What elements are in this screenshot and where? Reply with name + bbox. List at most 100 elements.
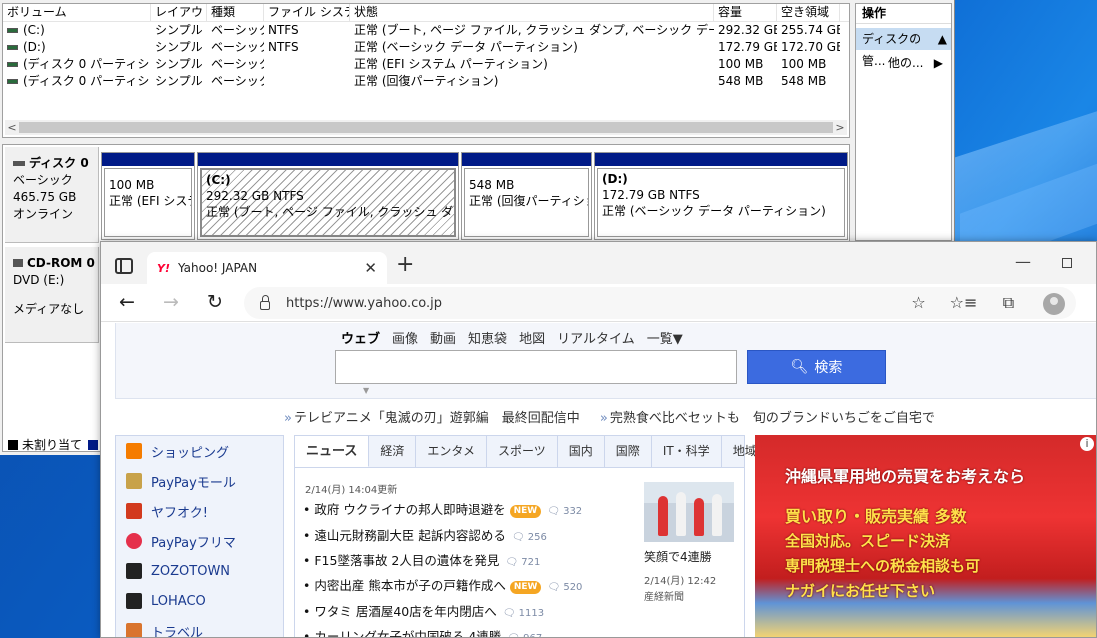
volume-type: ベーシック	[211, 23, 264, 37]
news-item[interactable]: • カーリング女子が中国破る 4連勝🗨 967	[303, 626, 542, 637]
search-tab-map[interactable]: 地図	[519, 328, 545, 347]
news-headline[interactable]: 政府 ウクライナの邦人即時退避を	[314, 502, 505, 517]
operations-pane: 操作 ディスクの管... ▲ 他の... ▶	[855, 3, 952, 241]
col-filesystem[interactable]: ファイル システム	[264, 4, 350, 21]
tab-actions-icon[interactable]	[115, 258, 133, 274]
volume-capacity: 100 MB	[718, 57, 764, 71]
comment-count: 🗨 721	[505, 557, 541, 568]
service-shopping[interactable]: ショッピング	[116, 436, 283, 466]
news-tab-international[interactable]: 国際	[605, 436, 652, 467]
news-tab-economy[interactable]: 経済	[369, 436, 417, 467]
service-yahuoku[interactable]: ヤフオク!	[116, 496, 283, 526]
volume-status: 正常 (回復パーティション)	[354, 74, 499, 88]
comment-count: 🗨 520	[547, 582, 583, 593]
col-layout[interactable]: レイアウト	[151, 4, 207, 21]
partition-size: 172.79 GB NTFS	[602, 188, 700, 202]
search-tab-web[interactable]: ウェブ	[341, 328, 380, 347]
maximize-icon[interactable]	[1062, 258, 1072, 268]
search-tab-images[interactable]: 画像	[392, 328, 418, 347]
news-headline[interactable]: ワタミ 居酒屋40店を年内閉店へ	[314, 604, 496, 619]
back-icon[interactable]: ←	[119, 291, 135, 313]
advertisement[interactable]: i 沖縄県軍用地の売買をお考えなら 買い取り・販売実績 多数 全国対応。スピード…	[755, 435, 1096, 637]
profile-avatar[interactable]	[1031, 289, 1076, 317]
col-volume[interactable]: ボリューム	[3, 4, 151, 21]
volume-row[interactable]: (ディスク 0 パーティション 4) シンプル ベーシック 正常 (回復パーティ…	[3, 73, 849, 90]
disk-icon	[13, 161, 25, 166]
operations-selected-label: ディスクの管...	[862, 32, 922, 68]
minimize-icon[interactable]: —	[1015, 252, 1031, 271]
cdrom-label[interactable]: CD-ROM 0 DVD (E:) メディアなし	[5, 247, 99, 343]
legend: 未割り当て	[8, 436, 102, 453]
news-tab-domestic[interactable]: 国内	[558, 436, 605, 467]
add-favorite-icon[interactable]: ☆	[896, 289, 941, 317]
comment-count: 🗨 256	[511, 532, 547, 543]
col-status[interactable]: 状態	[350, 4, 714, 21]
news-photo[interactable]	[644, 482, 734, 542]
service-lohaco[interactable]: LOHACO	[116, 586, 283, 616]
news-headline[interactable]: F15墜落事故 2人目の遺体を発見	[314, 553, 499, 568]
ad-info-icon[interactable]: i	[1080, 437, 1094, 451]
search-tab-list[interactable]: 一覧▼	[647, 328, 683, 347]
tab-bar: Y! Yahoo! JAPAN ✕ + —	[101, 242, 1096, 284]
news-item[interactable]: • 政府 ウクライナの邦人即時退避を NEW 🗨 332	[303, 499, 582, 518]
news-tab-it-science[interactable]: IT・科学	[652, 436, 722, 467]
horizontal-scrollbar[interactable]: < >	[5, 120, 847, 135]
new-tab-icon[interactable]: +	[396, 252, 414, 277]
forward-icon[interactable]: →	[163, 291, 179, 313]
promo-link-2[interactable]: 完熟食べ比べセットも 旬のブランドいちごをご自宅で	[610, 411, 935, 426]
favorites-icon[interactable]: ☆≡	[941, 289, 986, 317]
partition-recovery[interactable]: 548 MB 正常 (回復パーティション	[461, 152, 592, 240]
news-item[interactable]: • 遠山元財務副大臣 起訴内容認める 🗨 256	[303, 525, 547, 544]
comment-number: 332	[563, 506, 583, 517]
partition-d[interactable]: (D:) 172.79 GB NTFS 正常 (ベーシック データ パーティション)	[594, 152, 848, 240]
news-headline[interactable]: カーリング女子が中国破る 4連勝	[314, 629, 501, 637]
service-zozotown[interactable]: ZOZOTOWN	[116, 556, 283, 586]
scroll-left-icon[interactable]: <	[5, 121, 19, 134]
tab-yahoo[interactable]: Y! Yahoo! JAPAN ✕	[147, 252, 387, 284]
close-tab-icon[interactable]: ✕	[364, 259, 377, 277]
scroll-right-icon[interactable]: >	[833, 121, 847, 134]
news-tab-news[interactable]: ニュース	[295, 436, 370, 467]
partition-size: 548 MB	[469, 178, 515, 192]
news-headline[interactable]: 遠山元財務副大臣 起訴内容認める	[314, 528, 505, 543]
comment-count: 🗨 1113	[502, 608, 545, 619]
browser-window: Y! Yahoo! JAPAN ✕ + — ← → ↻ https://www.…	[100, 241, 1097, 638]
promo-link-1[interactable]: テレビアニメ「鬼滅の刃」遊郭編 最終回配信中	[294, 411, 580, 426]
news-tab-sports[interactable]: スポーツ	[487, 436, 558, 467]
service-paypayfurima[interactable]: PayPayフリマ	[116, 526, 283, 556]
search-tab-chiebukuro[interactable]: 知恵袋	[468, 328, 507, 347]
news-tab-entertainment[interactable]: エンタメ	[416, 436, 488, 467]
search-button[interactable]: 🔍︎ 検索	[747, 350, 886, 384]
scrollbar-thumb[interactable]	[19, 122, 833, 133]
news-item[interactable]: • ワタミ 居酒屋40店を年内閉店へ 🗨 1113	[303, 601, 544, 620]
collections-icon[interactable]: ⧉	[986, 289, 1031, 317]
partition-c[interactable]: (C:) 292.32 GB NTFS 正常 (ブート, ページ ファイル, クラッ…	[197, 152, 459, 240]
search-input[interactable]	[335, 350, 737, 384]
col-type[interactable]: 種類	[207, 4, 264, 21]
lock-icon[interactable]	[260, 294, 270, 310]
refresh-icon[interactable]: ↻	[207, 291, 223, 313]
news-photo-caption[interactable]: 笑顔で4連勝	[644, 548, 712, 565]
search-options-icon[interactable]: ▼	[363, 386, 369, 395]
service-travel[interactable]: トラベル	[116, 616, 283, 637]
news-headline[interactable]: 内密出産 熊本市が子の戸籍作成へ	[314, 578, 505, 593]
news-item[interactable]: • 内密出産 熊本市が子の戸籍作成へ NEW 🗨 520	[303, 575, 582, 594]
search-tab-video[interactable]: 動画	[430, 328, 456, 347]
partition-efi[interactable]: 100 MB 正常 (EFI システム	[101, 152, 195, 240]
volume-row[interactable]: (D:) シンプル ベーシック NTFS 正常 (ベーシック データ パーティシ…	[3, 39, 849, 56]
search-tab-realtime[interactable]: リアルタイム	[557, 328, 635, 347]
submenu-arrow-icon: ▶	[933, 56, 943, 70]
volume-row[interactable]: (C:) シンプル ベーシック NTFS 正常 (ブート, ページ ファイル, …	[3, 22, 849, 39]
volume-list[interactable]: ボリューム レイアウト 種類 ファイル システム 状態 容量 空き領域 (C:)…	[2, 3, 850, 138]
operations-disk-management[interactable]: ディスクの管... ▲	[856, 28, 951, 68]
volume-free: 548 MB	[781, 74, 827, 88]
col-free[interactable]: 空き領域	[777, 4, 840, 21]
volume-status: 正常 (ベーシック データ パーティション)	[354, 40, 578, 54]
volume-row[interactable]: (ディスク 0 パーティション 1) シンプル ベーシック 正常 (EFI シス…	[3, 56, 849, 73]
disk0-label[interactable]: ディスク 0 ベーシック 465.75 GB オンライン	[5, 147, 99, 243]
news-item[interactable]: • F15墜落事故 2人目の遺体を発見 🗨 721	[303, 550, 540, 569]
col-capacity[interactable]: 容量	[714, 4, 777, 21]
volume-name: (ディスク 0 パーティション 4)	[23, 74, 151, 88]
legend-unallocated-swatch	[8, 440, 18, 450]
service-paypaymall[interactable]: PayPayモール	[116, 466, 283, 496]
